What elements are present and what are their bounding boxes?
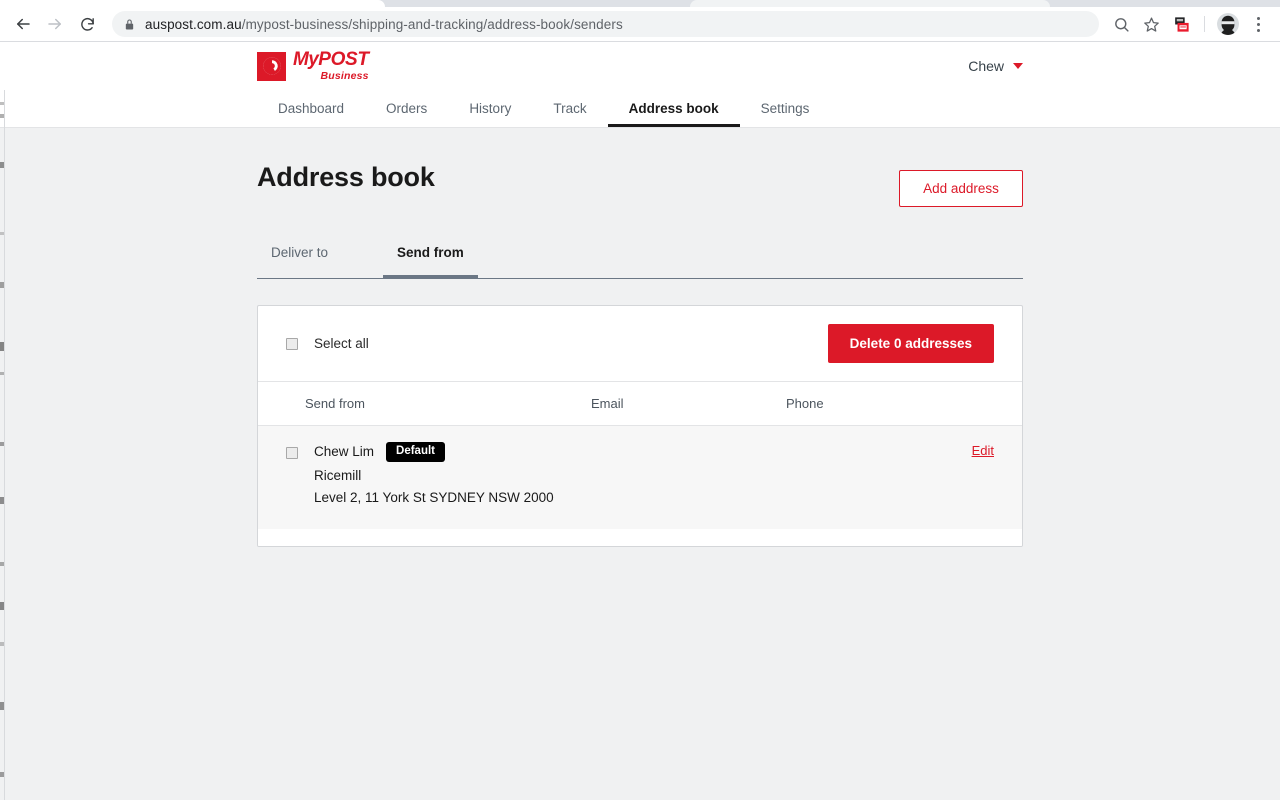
australia-post-p-icon [257,51,286,81]
search-icon[interactable] [1107,10,1135,38]
address-bar[interactable]: auspost.com.au/mypost-business/shipping-… [112,11,1099,37]
select-all-label: Select all [314,336,369,351]
edit-address-link[interactable]: Edit [972,443,994,458]
subtab-label: Deliver to [271,245,329,260]
address-list-card: Select all Delete 0 addresses Send from … [257,305,1023,547]
logo-my: My [293,49,319,71]
toolbar-actions [1107,10,1272,38]
row-checkbox-cell [286,442,298,464]
nav-label: Address book [628,101,719,116]
star-icon[interactable] [1137,10,1165,38]
extension-icon[interactable] [1167,10,1195,38]
url-host: auspost.com.au [145,16,242,32]
page-header: Address book Add address [257,128,1023,207]
column-header-phone: Phone [786,396,824,411]
profile-avatar-icon[interactable] [1214,10,1242,38]
row-actions: Edit [948,442,994,460]
main-navigation: Dashboard Orders History Track Address b… [0,90,1280,128]
browser-tab-strip[interactable] [0,0,1280,7]
browser-toolbar: auspost.com.au/mypost-business/shipping-… [0,7,1280,41]
add-address-button[interactable]: Add address [899,170,1023,207]
site-header: MyPOST Business Chew [0,42,1280,90]
subtab-label: Send from [397,245,464,260]
row-address-details: Chew Lim Default Ricemill Level 2, 11 Yo… [298,442,603,505]
url-path: /mypost-business/shipping-and-tracking/a… [241,16,623,32]
nav-item-history[interactable]: History [448,90,532,127]
nav-item-track[interactable]: Track [532,90,607,127]
nav-label: Orders [386,101,428,116]
column-header-email: Email [591,396,624,411]
card-footer [258,528,1022,546]
page-content: Address book Add address Deliver to Send… [0,128,1280,547]
delete-addresses-button[interactable]: Delete 0 addresses [827,324,994,363]
avatar [1217,13,1239,35]
row-contact-name: Chew Lim [314,444,375,460]
account-menu[interactable]: Chew [968,58,1023,74]
back-arrow-icon[interactable] [8,9,38,39]
subtab-send-from[interactable]: Send from [383,237,478,279]
nav-label: Settings [760,101,810,116]
nav-item-dashboard[interactable]: Dashboard [257,90,365,127]
table-row: Chew Lim Default Ricemill Level 2, 11 Yo… [258,426,1022,529]
subtab-deliver-to[interactable]: Deliver to [271,237,328,278]
row-select-checkbox[interactable] [286,447,298,459]
forward-arrow-icon[interactable] [40,9,70,39]
left-edge-line [4,42,5,800]
kebab-menu-icon[interactable] [1244,10,1272,38]
page-viewport: MyPOST Business Chew Dashboard Orders Hi… [0,42,1280,800]
row-name-line: Chew Lim Default [314,442,603,462]
table-header-row: Send from Email Phone [258,381,1022,426]
mypost-business-logo[interactable]: MyPOST Business [257,50,369,82]
nav-label: History [469,101,512,116]
chevron-down-icon [1013,63,1023,69]
nav-label: Dashboard [278,101,345,116]
toolbar-separator [1204,16,1205,32]
nav-item-settings[interactable]: Settings [740,90,831,127]
column-header-send-from: Send from [305,396,365,411]
nav-item-address-book[interactable]: Address book [607,90,740,127]
select-all-checkbox[interactable] [286,337,298,350]
reload-icon[interactable] [72,9,102,39]
address-book-subtabs: Deliver to Send from [257,237,1023,279]
url-text: auspost.com.au/mypost-business/shipping-… [145,17,623,32]
logo-wordmark: MyPOST Business [293,50,369,82]
logo-business: Business [320,70,369,83]
page-title: Address book [257,162,435,192]
browser-tab-active[interactable] [0,0,385,7]
default-badge: Default [386,442,446,462]
list-toolbar: Select all Delete 0 addresses [258,306,1022,381]
lock-icon [124,18,135,31]
row-street-address: Level 2, 11 York St SYDNEY NSW 2000 [314,489,554,505]
nav-item-orders[interactable]: Orders [365,90,448,127]
row-company-name: Ricemill [314,467,362,483]
nav-label: Track [553,101,587,116]
browser-tab-background[interactable] [690,0,1050,7]
account-name: Chew [968,58,1004,74]
logo-post: POST [318,49,369,71]
